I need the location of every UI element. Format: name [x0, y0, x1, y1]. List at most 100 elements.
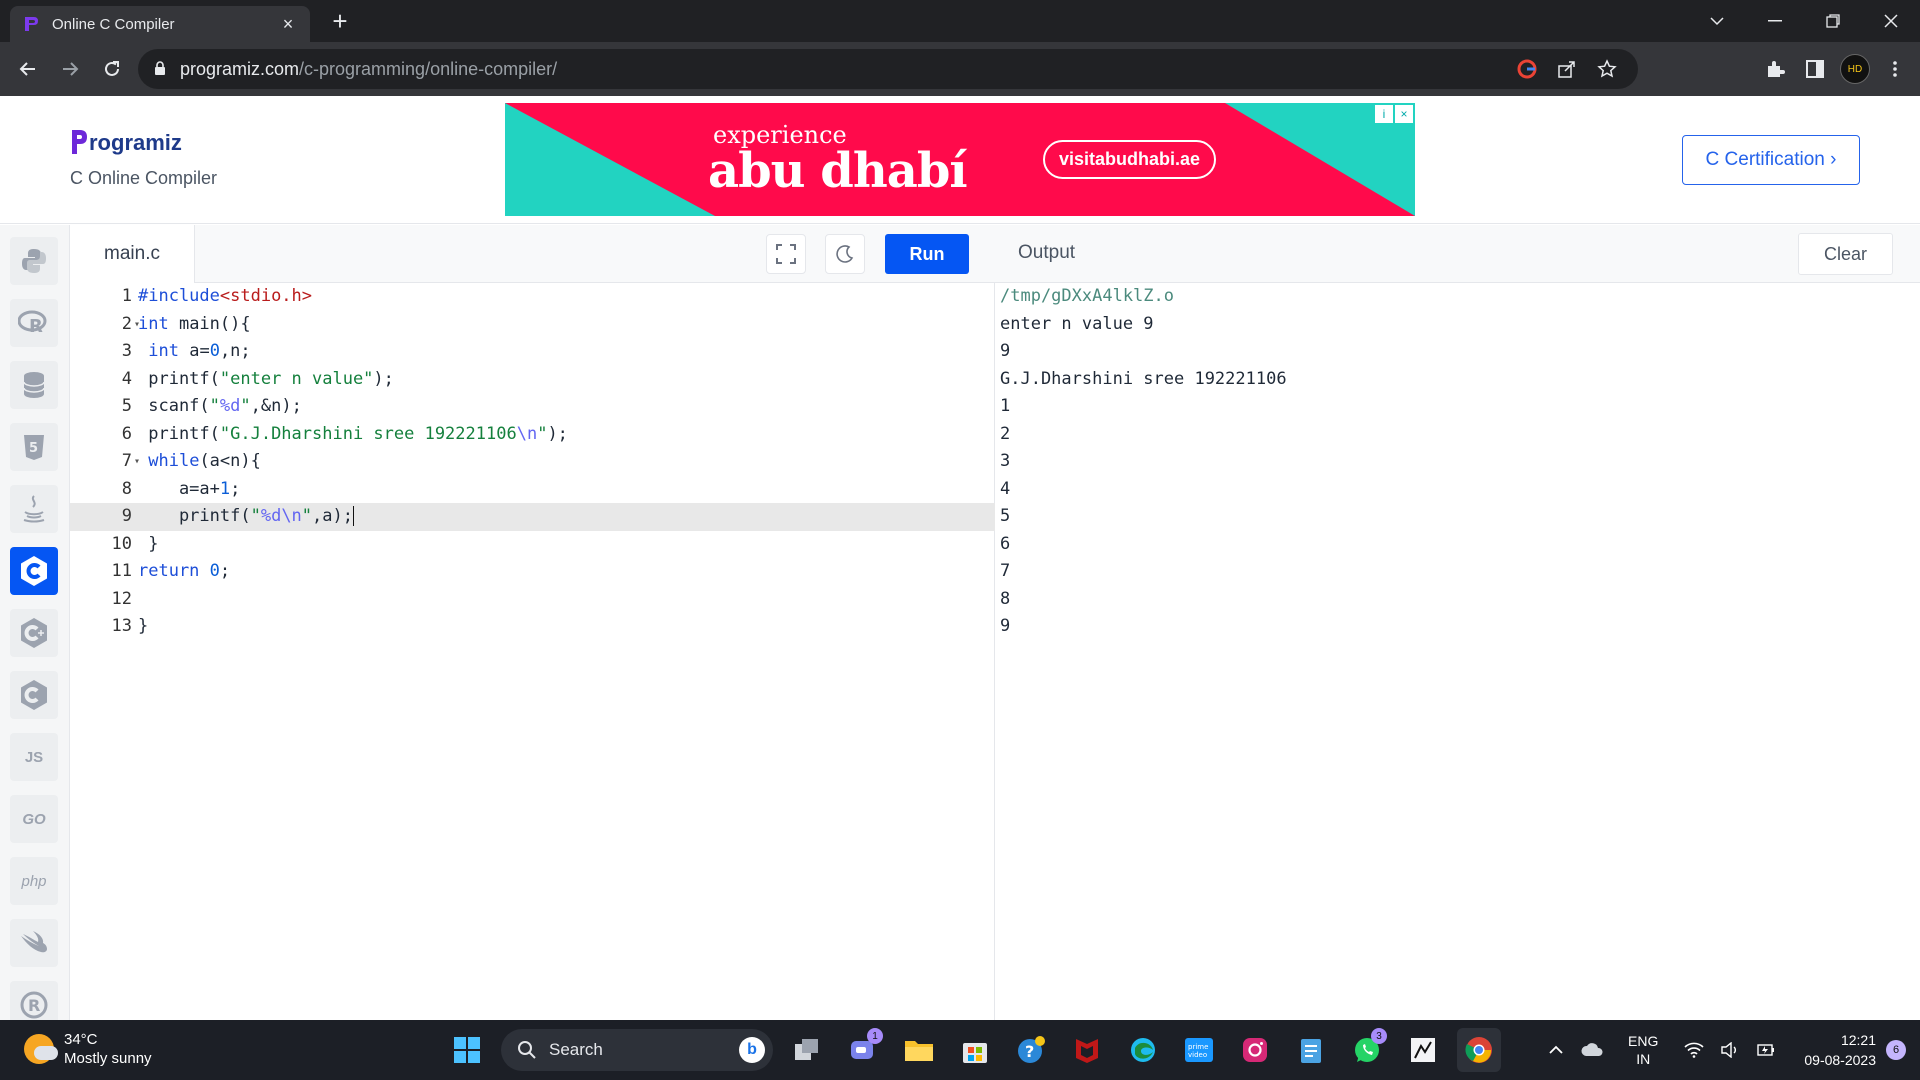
- chrome-icon[interactable]: [1457, 1028, 1501, 1072]
- sql-icon[interactable]: [10, 361, 58, 409]
- code-line-active[interactable]: 9 printf("%d\n",a);: [70, 503, 995, 531]
- code-line[interactable]: 2 ▾ int main(){: [70, 311, 995, 339]
- taskbar-search[interactable]: Search b: [501, 1029, 773, 1071]
- task-view-icon[interactable]: [785, 1028, 829, 1072]
- code-line[interactable]: 11 return 0;: [70, 558, 995, 586]
- c-icon[interactable]: [10, 547, 58, 595]
- instagram-icon[interactable]: [1233, 1028, 1277, 1072]
- teams-badge: 1: [867, 1028, 883, 1044]
- notification-count-badge[interactable]: 6: [1886, 1040, 1906, 1060]
- output-header: Output Clear: [995, 225, 1920, 283]
- line-number: 13: [111, 616, 132, 636]
- ad-url-pill[interactable]: visitabudhabi.ae: [1043, 140, 1217, 179]
- bing-icon[interactable]: b: [739, 1037, 765, 1063]
- bookmark-star-icon[interactable]: [1594, 56, 1620, 82]
- edge-icon[interactable]: [1121, 1028, 1165, 1072]
- wifi-icon[interactable]: [1679, 1035, 1709, 1065]
- prime-video-icon[interactable]: prime video: [1177, 1028, 1221, 1072]
- ad-info-icon[interactable]: i: [1375, 105, 1393, 123]
- programiz-logo[interactable]: rogramiz: [70, 128, 182, 156]
- system-clock[interactable]: 12:21 09-08-2023: [1804, 1030, 1876, 1070]
- code-line[interactable]: 4 printf("enter n value");: [70, 366, 995, 394]
- onedrive-cloud-icon[interactable]: [1577, 1035, 1607, 1065]
- close-window-icon[interactable]: [1862, 0, 1920, 42]
- drawing-app-icon[interactable]: [1401, 1028, 1445, 1072]
- svg-text:video: video: [1188, 1051, 1207, 1059]
- javascript-icon[interactable]: JS: [10, 733, 58, 781]
- lock-icon[interactable]: [154, 59, 166, 80]
- windows-start-icon[interactable]: [445, 1028, 489, 1072]
- clear-button[interactable]: Clear: [1798, 233, 1893, 275]
- microsoft-store-icon[interactable]: [953, 1028, 997, 1072]
- file-tab-main-c[interactable]: main.c: [70, 225, 195, 283]
- dark-mode-moon-icon[interactable]: [825, 234, 865, 274]
- advertisement-banner[interactable]: experience abu dhabí visitabudhabi.ae i …: [505, 103, 1415, 216]
- output-line: 1: [1000, 396, 1011, 416]
- google-lens-icon[interactable]: [1514, 56, 1540, 82]
- html-icon[interactable]: 5: [10, 423, 58, 471]
- help-icon[interactable]: ?: [1009, 1028, 1053, 1072]
- code-line[interactable]: 1 #include<stdio.h>: [70, 283, 995, 311]
- share-icon[interactable]: [1554, 56, 1580, 82]
- line-number: 3: [121, 341, 132, 361]
- code-editor[interactable]: 1 #include<stdio.h> 2 ▾ int main(){ 3 in…: [70, 283, 995, 1020]
- tab-close-icon[interactable]: ×: [278, 14, 298, 35]
- run-button[interactable]: Run: [885, 234, 969, 274]
- cpp-icon[interactable]: [10, 609, 58, 657]
- minimize-icon[interactable]: [1746, 0, 1804, 42]
- code-line[interactable]: 13 }: [70, 613, 995, 641]
- line-number: 11: [111, 561, 132, 581]
- c-certification-button[interactable]: C Certification ›: [1682, 135, 1860, 185]
- teams-chat-icon[interactable]: 1: [841, 1028, 885, 1072]
- file-explorer-icon[interactable]: [897, 1028, 941, 1072]
- tab-search-icon[interactable]: [1688, 0, 1746, 42]
- line-number: 8: [121, 478, 132, 499]
- language-indicator[interactable]: ENG IN: [1628, 1032, 1658, 1068]
- show-hidden-icons-chevron-icon[interactable]: [1541, 1035, 1571, 1065]
- fullscreen-icon[interactable]: [766, 234, 806, 274]
- r-icon[interactable]: R: [10, 299, 58, 347]
- whatsapp-icon[interactable]: 3: [1345, 1028, 1389, 1072]
- php-icon[interactable]: php: [10, 857, 58, 905]
- go-icon[interactable]: GO: [10, 795, 58, 843]
- csharp-icon[interactable]: [10, 671, 58, 719]
- profile-avatar[interactable]: HD: [1840, 54, 1870, 84]
- output-line: G.J.Dharshini sree 192221106: [1000, 368, 1287, 389]
- taskbar-apps: Search b 1 ? prime video 3: [445, 1028, 1501, 1072]
- code-line[interactable]: 5 scanf("%d",&n);: [70, 393, 995, 421]
- browser-tab[interactable]: Online C Compiler ×: [10, 6, 310, 42]
- volume-icon[interactable]: [1715, 1035, 1745, 1065]
- code-line[interactable]: 12: [70, 586, 995, 614]
- reload-icon[interactable]: [92, 49, 132, 89]
- side-panel-icon[interactable]: [1800, 54, 1830, 84]
- ad-close-icon[interactable]: ×: [1395, 105, 1413, 123]
- weather-widget[interactable]: 34°C Mostly sunny: [24, 1030, 152, 1068]
- java-icon[interactable]: [10, 485, 58, 533]
- code-line[interactable]: 6 printf("G.J.Dharshini sree 192221106\n…: [70, 421, 995, 449]
- line-number: 6: [121, 423, 132, 444]
- system-tray: ENG IN 12:21 09-08-2023 6: [1538, 1020, 1920, 1080]
- browser-menu-icon[interactable]: [1880, 54, 1910, 84]
- new-tab-button[interactable]: +: [325, 6, 355, 36]
- notepad-icon[interactable]: [1289, 1028, 1333, 1072]
- code-line[interactable]: 8 a=a+1;: [70, 476, 995, 504]
- output-console[interactable]: /tmp/gDXxA4lklZ.o enter n value 9 9 G.J.…: [995, 283, 1920, 1020]
- back-icon[interactable]: [8, 49, 48, 89]
- browser-toolbar: programiz.com/c-programming/online-compi…: [0, 42, 1920, 96]
- code-text: int a=0,n;: [148, 341, 251, 361]
- restore-icon[interactable]: [1804, 0, 1862, 42]
- extensions-icon[interactable]: [1760, 54, 1790, 84]
- forward-icon[interactable]: [50, 49, 90, 89]
- battery-icon[interactable]: [1751, 1035, 1781, 1065]
- python-icon[interactable]: [10, 237, 58, 285]
- programiz-p-logo-icon: [72, 130, 87, 154]
- address-bar[interactable]: programiz.com/c-programming/online-compi…: [138, 49, 1638, 89]
- code-text: int main(){: [138, 313, 251, 334]
- output-line: 4: [1000, 478, 1011, 499]
- mcafee-icon[interactable]: [1065, 1028, 1109, 1072]
- code-line[interactable]: 7 ▾ while(a<n){: [70, 448, 995, 476]
- code-line[interactable]: 10 }: [70, 531, 995, 559]
- weather-temperature: 34°C: [64, 1031, 98, 1048]
- swift-icon[interactable]: [10, 919, 58, 967]
- code-line[interactable]: 3 int a=0,n;: [70, 338, 995, 366]
